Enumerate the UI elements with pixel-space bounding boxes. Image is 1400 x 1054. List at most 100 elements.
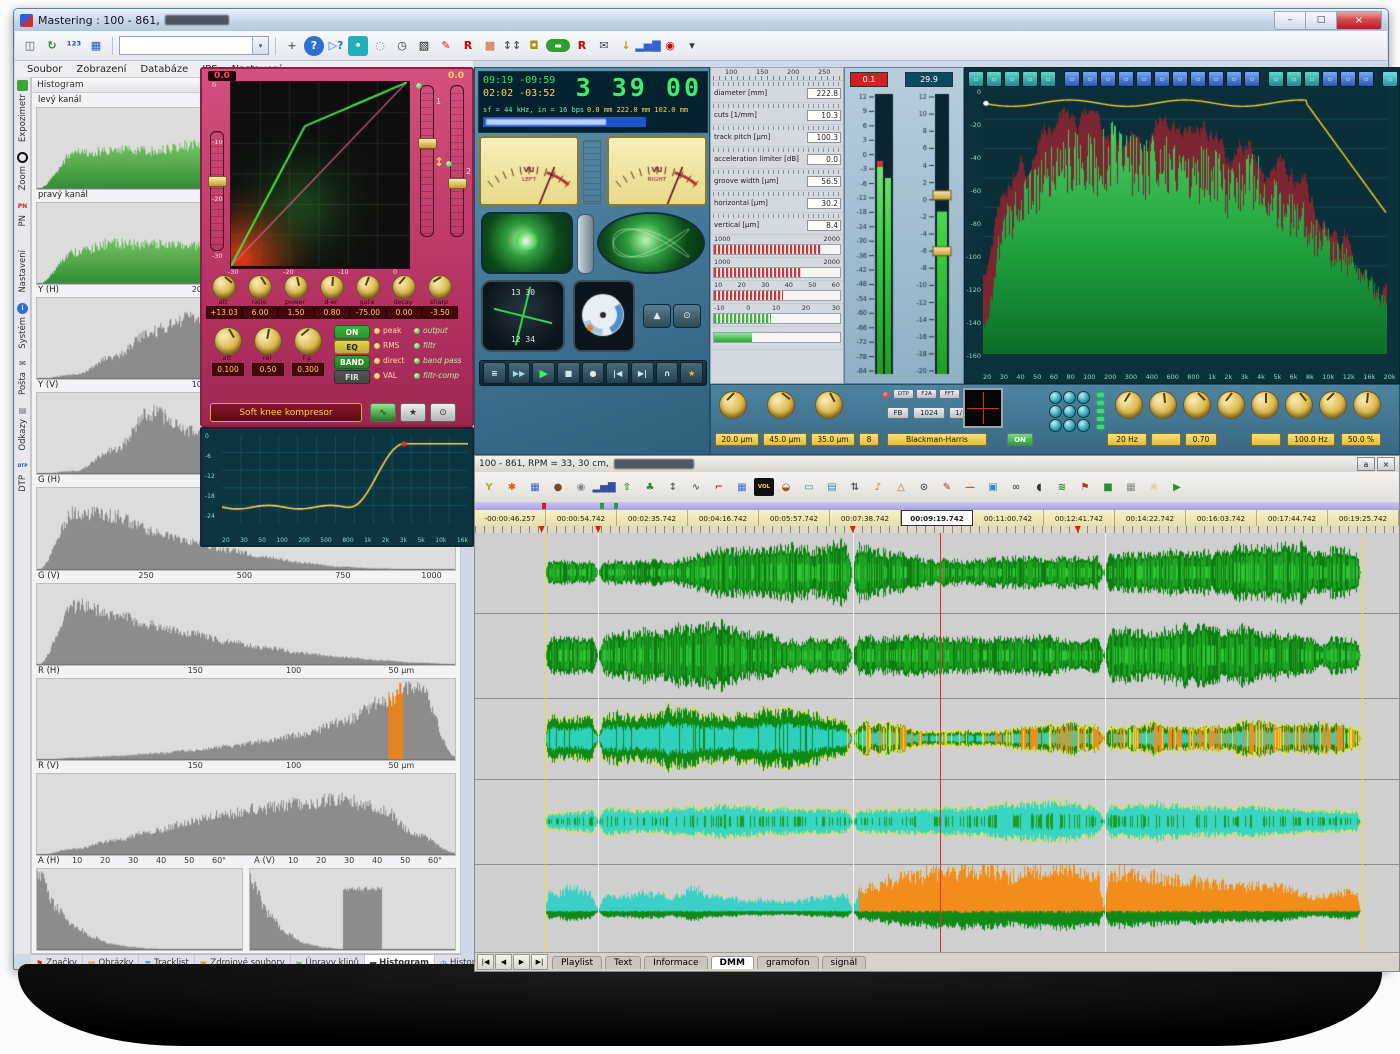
ruler-marker[interactable] [850,526,856,533]
knob-d-er[interactable] [320,275,344,299]
editor-tab-sign-l[interactable]: signál [822,956,867,969]
band-button[interactable]: BAND [334,355,370,369]
aux-icon-5[interactable] [1077,405,1090,418]
close-panel-button[interactable]: × [1377,457,1395,471]
mail-icon[interactable]: ✉ [594,36,614,56]
timeline-cell[interactable]: 00:17:44.742 [1257,510,1328,526]
dmm-value-2[interactable]: 45.0 µm [763,433,807,446]
waveform-modulation[interactable] [475,699,1399,778]
playhead[interactable] [940,533,941,953]
histogram-plot-a-v[interactable] [249,868,456,951]
line-tool-icon[interactable]: — [959,476,981,498]
step-tool-icon[interactable]: ⌐ [708,476,730,498]
mid-button-1024[interactable]: 1024 [913,407,945,419]
ruler-marker[interactable] [539,526,545,533]
monitors-tool-icon[interactable]: ▣ [982,476,1004,498]
dropdown-caret-icon[interactable]: ▾ [682,36,702,56]
eq-button[interactable]: EQ [334,340,370,354]
blocks-tool-icon[interactable]: ▦ [731,476,753,498]
knob-sharp[interactable] [428,275,452,299]
power-button[interactable]: ⊙ [430,403,456,422]
list-tool-icon[interactable]: ▤ [821,476,843,498]
spectrum-toolbar-button-3[interactable]: ▫ [1022,71,1038,87]
dmm-right-knob-2[interactable] [1149,391,1177,419]
timeline-cell[interactable]: 00:00:54.742 [546,510,617,526]
ruler-marker[interactable] [1075,526,1081,533]
track-right-channel[interactable] [475,614,1399,699]
field-value[interactable]: 222.8 [807,88,841,99]
spectrum-toolbar-button-10[interactable]: ▫ [1154,71,1170,87]
timeline-cell[interactable]: 00:11:00.742 [973,510,1044,526]
timeline-cell[interactable]: 00:02:35.742 [617,510,688,526]
download-icon[interactable]: ↓ [616,36,636,56]
dmm-knob-3[interactable] [815,391,843,419]
editor-tab-gramofon[interactable]: gramofon [757,956,819,969]
aux-icon-3[interactable] [1049,405,1062,418]
cut-level-meter[interactable] [903,90,959,378]
tab-nav-button[interactable]: ▶ [513,954,530,970]
next-button[interactable]: ▶| [631,362,654,384]
dmm-right-knob-5[interactable] [1251,391,1279,419]
side-tab-odkazy[interactable]: ▤Odkazy [17,405,28,451]
dmm-right-knob-3[interactable] [1183,391,1211,419]
spectrum-toolbar-button-5[interactable]: ▫ [1064,71,1080,87]
dmm-right-knob-7[interactable] [1319,391,1347,419]
timeline-cell[interactable]: -00:00:46.257 [475,510,546,526]
minimize-button[interactable]: – [1274,11,1306,30]
tiny-button-f2a[interactable]: F2A [916,389,937,399]
waveform-depth[interactable] [475,865,1399,953]
field-value[interactable]: 8.4 [807,220,841,231]
spectrum-toolbar-button-20[interactable]: ▫ [1340,71,1356,87]
dmm-value-3[interactable]: 35.0 µm [811,433,855,446]
markers-tool-icon[interactable]: ♣ [639,476,661,498]
option-val[interactable]: VAL [374,371,397,380]
option-filtr[interactable]: filtr [414,341,436,350]
dmm-right-value-2[interactable] [1151,433,1181,446]
spectrum-toolbar-button-2[interactable]: ▫ [1004,71,1020,87]
editor-tab-playlist[interactable]: Playlist [552,956,602,969]
spectrum-toolbar-button-1[interactable]: ▫ [986,71,1002,87]
spectrum-toolbar-button-21[interactable]: ▫ [1358,71,1374,87]
dmm-right-value-3[interactable]: 0.70 [1185,433,1217,446]
aux-icon-1[interactable] [1063,391,1076,404]
option-rms[interactable]: RMS [374,341,399,350]
dmm-right-knob-1[interactable] [1115,391,1143,419]
zoom-tool-icon[interactable]: ⊙ [913,476,935,498]
track-depth[interactable] [475,865,1399,953]
ruler-marker[interactable] [595,526,601,533]
histogram-plot[interactable] [36,773,456,856]
dmm-right-value-1[interactable]: 20 Hz [1107,433,1147,446]
spectrum-toolbar-button-15[interactable]: ▫ [1244,71,1260,87]
save-tool-icon[interactable]: ▦ [524,476,546,498]
tab-nav-button[interactable]: ▶| [531,954,548,970]
keys-tool-icon[interactable]: ♪ [867,476,889,498]
side-tab-expozimetr[interactable]: Expozimetr [17,80,28,142]
window-layout-icon[interactable]: ◫ [20,36,40,56]
knob-ratio[interactable] [248,275,272,299]
flag-tool-icon[interactable]: ⚑ [1074,476,1096,498]
eject-button[interactable]: ▲ [643,304,671,328]
comment-icon[interactable]: ◌ [370,36,390,56]
send-tool-icon[interactable]: ▶ [1166,476,1188,498]
export-tool-icon[interactable]: ⇧ [616,476,638,498]
option-direct[interactable]: direct [374,356,404,365]
fft-order-value[interactable]: 8 [859,433,879,446]
compressor-type-button[interactable]: Soft knee kompresor [210,403,362,422]
stats-tool-icon[interactable]: ▂▅▇ [593,476,615,498]
knob-att[interactable] [212,275,236,299]
draw-tool-icon[interactable]: ✎ [936,476,958,498]
junction-tool-icon[interactable]: Y [478,476,500,498]
gear-tool-icon[interactable]: ✱ [501,476,523,498]
fft-window-value[interactable]: Blackman-Harris [887,433,987,446]
knob-att-2[interactable] [214,327,242,355]
track-left-channel[interactable] [475,533,1399,614]
eject-arch-button[interactable]: ∩ [656,362,679,384]
wifi-tool-icon[interactable]: ≋ [1051,476,1073,498]
dmm-right-knob-4[interactable] [1217,391,1245,419]
tiny-button-fft[interactable]: FFT [939,389,960,399]
auto-button[interactable]: a [1357,457,1375,471]
search-combo[interactable]: ▾ [119,36,269,55]
input-gain-slider[interactable] [210,131,224,251]
side-tab-nastaven[interactable]: Nastavení [17,236,28,293]
context-help-icon[interactable]: ▷? [326,36,346,56]
